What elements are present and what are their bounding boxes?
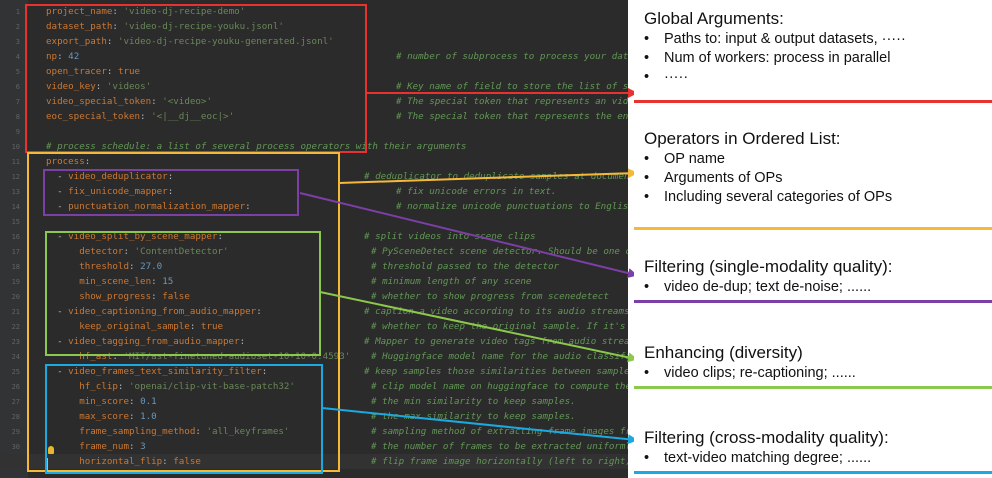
card-bullet-item: ····· (644, 68, 992, 87)
card-bullet-list: video de-dup; text de-noise; ...... (644, 278, 992, 297)
card-bullet-item: OP name (644, 150, 992, 169)
enhancing-box (45, 231, 321, 356)
card-bullet-list: video clips; re-captioning; ...... (644, 364, 992, 383)
process-list-arrow (338, 168, 638, 184)
annotation-card-cross: Filtering (cross-modality quality): text-… (634, 422, 992, 474)
card-bullet-item: video de-dup; text de-noise; ...... (644, 278, 992, 297)
card-bullet-item: Including several categories of OPs (644, 188, 992, 207)
global-args-box (25, 4, 367, 153)
card-title: Filtering (cross-modality quality): (644, 428, 889, 447)
card-bullet-list: OP nameArguments of OPsIncluding several… (644, 150, 992, 207)
card-bullet-item: video clips; re-captioning; ...... (644, 364, 992, 383)
annotation-card-enhancing: Enhancing (diversity) video clips; re-cap… (634, 337, 992, 389)
single-filter-arrow (299, 192, 638, 278)
cross-filter-box (45, 364, 323, 474)
process-list-box (27, 152, 340, 472)
card-title: Operators in Ordered List: (644, 129, 841, 148)
enhancing-arrow (319, 291, 638, 363)
card-bullet-item: Arguments of OPs (644, 169, 992, 188)
card-title: Filtering (single-modality quality): (644, 257, 893, 276)
annotation-card-global: Global Arguments: Paths to: input & outpu… (634, 3, 992, 103)
card-bullet-list: Paths to: input & output datasets, ·····… (644, 30, 992, 87)
card-bullet-item: Num of workers: process in parallel (644, 49, 992, 68)
card-title: Global Arguments: (644, 9, 784, 28)
card-bullet-item: Paths to: input & output datasets, ····· (644, 30, 992, 49)
single-filter-box (43, 169, 299, 216)
annotation-card-single: Filtering (single-modality quality): vide… (634, 251, 992, 303)
card-title: Enhancing (diversity) (644, 343, 803, 362)
card-bullet-list: text-video matching degree; ...... (644, 449, 992, 468)
annotation-card-operators: Operators in Ordered List: OP nameArgumen… (634, 123, 992, 230)
cross-filter-arrow (321, 407, 638, 445)
card-bullet-item: text-video matching degree; ...... (644, 449, 992, 468)
